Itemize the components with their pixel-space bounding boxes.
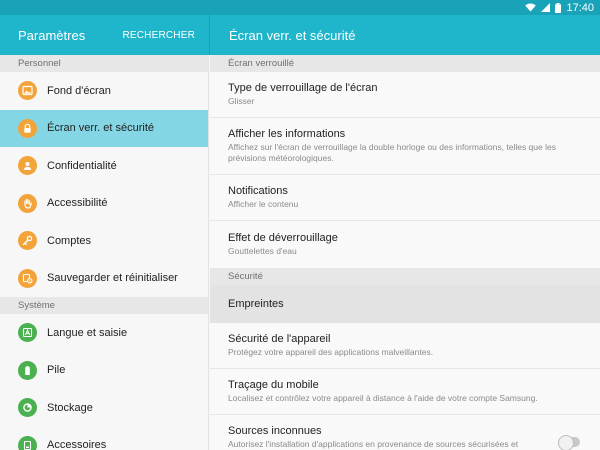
storage-icon [18, 398, 37, 418]
signal-icon [541, 3, 551, 12]
setting-title: Sources inconnues [228, 425, 322, 437]
menu-item-privacy[interactable]: Confidentialité [0, 147, 208, 185]
menu-item-accessibility[interactable]: Accessibilité [0, 185, 208, 223]
setting-title: Notifications [228, 184, 288, 197]
header-divider [209, 15, 210, 55]
lock-icon [18, 118, 37, 138]
menu-item-wallpaper[interactable]: Fond d'écran [0, 72, 208, 110]
settings-menu[interactable]: Personnel Fond d'écran Écran verr. et sé… [0, 55, 209, 450]
lock-security-settings[interactable]: Écran verrouillé Type de verrouillage de… [210, 55, 600, 450]
setting-unlock-effect[interactable]: Effet de déverrouillage Gouttelettes d'e… [210, 221, 600, 268]
section-security: Sécurité [210, 268, 600, 285]
language-icon [18, 323, 37, 343]
privacy-icon [18, 156, 37, 176]
menu-item-label: Accessoires [47, 439, 107, 450]
menu-item-backup-reset[interactable]: Sauvegarder et réinitialiser [0, 260, 208, 298]
setting-subtitle: Localisez et contrôlez votre appareil à … [228, 392, 538, 403]
setting-show-info[interactable]: Afficher les informations Affichez sur l… [210, 118, 600, 175]
menu-item-battery[interactable]: Pile [0, 352, 208, 390]
setting-title: Traçage du mobile [228, 378, 319, 391]
status-bar: 17:40 [0, 0, 600, 15]
menu-item-label: Fond d'écran [47, 84, 111, 97]
menu-item-label: Sauvegarder et réinitialiser [47, 272, 178, 285]
setting-find-my-mobile[interactable]: Traçage du mobile Localisez et contrôlez… [210, 369, 600, 415]
menu-item-language-input[interactable]: Langue et saisie [0, 314, 208, 352]
wifi-icon [525, 3, 537, 12]
section-personnel: Personnel [0, 55, 208, 72]
menu-item-label: Langue et saisie [47, 326, 128, 339]
menu-item-label: Stockage [47, 401, 93, 414]
detail-title: Écran verr. et sécurité [229, 27, 356, 43]
backup-icon [18, 268, 37, 288]
setting-subtitle: Affichez sur l'écran de verrouillage la … [228, 141, 556, 163]
setting-title: Empreintes [228, 298, 284, 310]
hand-icon [18, 193, 37, 213]
key-icon [18, 231, 37, 251]
setting-subtitle: Protégez votre appareil des applications… [228, 346, 434, 357]
setting-subtitle: Autorisez l'installation d'applications … [228, 439, 519, 449]
menu-item-storage[interactable]: Stockage [0, 389, 208, 427]
settings-header: Paramètres RECHERCHER [0, 15, 209, 55]
setting-subtitle: Gouttelettes d'eau [228, 245, 297, 256]
section-lock-screen: Écran verrouillé [210, 55, 600, 72]
setting-lock-type[interactable]: Type de verrouillage de l'écran Glisser [210, 72, 600, 118]
setting-subtitle: Afficher le contenu [228, 198, 299, 209]
menu-item-label: Comptes [47, 234, 92, 247]
menu-item-accessories[interactable]: Accessoires [0, 427, 208, 450]
detail-header: Écran verr. et sécurité [209, 15, 600, 55]
search-button[interactable]: RECHERCHER [122, 30, 195, 41]
setting-unknown-sources[interactable]: Sources inconnues Autorisez l'installati… [210, 415, 600, 450]
menu-item-label: Accessibilité [47, 197, 108, 210]
setting-subtitle: Glisser [228, 95, 255, 106]
section-systeme: Système [0, 297, 208, 314]
setting-device-security[interactable]: Sécurité de l'appareil Protégez votre ap… [210, 323, 600, 369]
setting-title: Sécurité de l'appareil [228, 332, 331, 345]
setting-notifications[interactable]: Notifications Afficher le contenu [210, 175, 600, 221]
unknown-sources-toggle[interactable] [558, 435, 580, 450]
setting-title: Effet de déverrouillage [228, 231, 338, 244]
settings-title: Paramètres [18, 27, 86, 43]
menu-item-label: Confidentialité [47, 159, 117, 172]
wallpaper-icon [18, 81, 37, 101]
setting-title: Afficher les informations [228, 127, 346, 140]
menu-item-accounts[interactable]: Comptes [0, 222, 208, 260]
accessories-icon [18, 435, 37, 450]
setting-title: Type de verrouillage de l'écran [228, 81, 378, 94]
setting-fingerprints[interactable]: Empreintes [210, 285, 600, 323]
menu-item-label: Pile [47, 364, 66, 377]
menu-item-label: Écran verr. et sécurité [47, 122, 154, 135]
clock: 17:40 [566, 1, 594, 14]
battery-status-icon [555, 2, 562, 13]
battery-icon [18, 360, 37, 380]
menu-item-lock-screen[interactable]: Écran verr. et sécurité [0, 109, 208, 147]
